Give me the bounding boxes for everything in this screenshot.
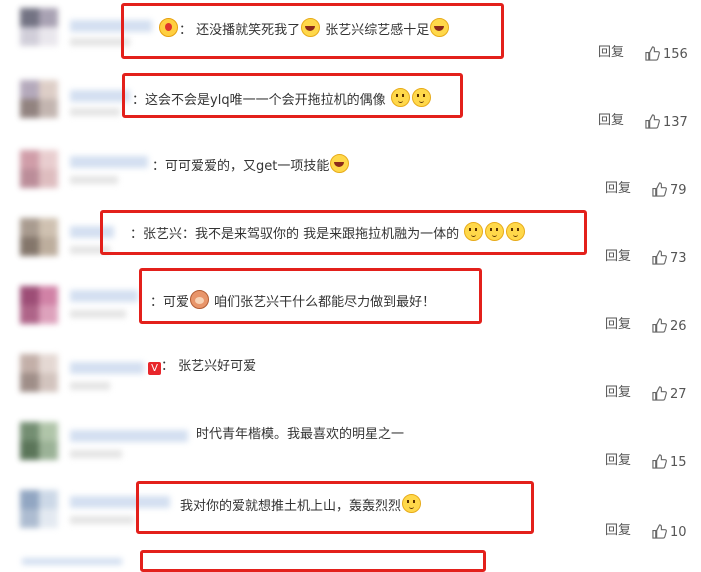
thumbs-up-icon: [645, 114, 660, 129]
like-button[interactable]: 79: [652, 182, 687, 200]
blurred-metadata: [70, 310, 126, 318]
like-count: 26: [670, 319, 687, 334]
avatar[interactable]: [20, 354, 58, 392]
comment-text: V： 张艺兴好可爱: [148, 358, 256, 376]
like-count: 73: [670, 251, 687, 266]
thumbs-up-icon: [652, 454, 667, 469]
reply-button[interactable]: 回复: [598, 112, 624, 130]
blurred-metadata: [70, 176, 118, 184]
avatar[interactable]: [20, 218, 58, 256]
username-blurred: [22, 558, 122, 565]
comment-text: ：可可爱爱的，又get一项技能: [152, 154, 350, 176]
comment-item: ：可可爱爱的，又get一项技能 回复 79: [0, 138, 701, 206]
reply-button[interactable]: 回复: [605, 180, 631, 198]
comment-item: V： 张艺兴好可爱 回复 27: [0, 342, 701, 410]
reply-button[interactable]: 回复: [605, 248, 631, 266]
comment-text: 时代青年楷模。我最喜欢的明星之一: [196, 426, 404, 444]
comment-item: 时代青年楷模。我最喜欢的明星之一 回复 15: [0, 410, 701, 478]
avatar[interactable]: [20, 80, 58, 118]
like-button[interactable]: 156: [645, 46, 688, 64]
highlight-box: [121, 3, 504, 59]
username-blurred[interactable]: [70, 362, 144, 374]
like-button[interactable]: 73: [652, 250, 687, 268]
avatar[interactable]: [20, 8, 58, 46]
blurred-metadata: [70, 450, 122, 458]
reply-button[interactable]: 回复: [605, 452, 631, 470]
avatar[interactable]: [20, 286, 58, 324]
reply-button[interactable]: 回复: [605, 384, 631, 402]
like-button[interactable]: 137: [645, 114, 688, 132]
comment-body: 可可爱爱的，又get一项技能: [165, 159, 330, 174]
thumbs-up-icon: [652, 386, 667, 401]
username-blurred[interactable]: [70, 156, 148, 168]
username-blurred[interactable]: [70, 430, 188, 442]
like-count: 10: [670, 525, 687, 540]
highlight-box: [136, 481, 534, 534]
like-button[interactable]: 26: [652, 318, 687, 336]
avatar[interactable]: [20, 490, 58, 528]
thumbs-up-icon: [645, 46, 660, 61]
blurred-metadata: [70, 382, 110, 390]
verified-badge: V: [148, 362, 161, 375]
comment-body: 时代青年楷模。我最喜欢的明星之一: [196, 427, 405, 442]
blurred-metadata: [70, 108, 120, 116]
like-count: 156: [663, 47, 688, 62]
avatar[interactable]: [20, 422, 58, 460]
thumbs-up-icon: [652, 250, 667, 265]
blurred-metadata: [70, 516, 134, 524]
comment-body: 张艺兴好可爱: [178, 359, 257, 374]
thumbs-up-icon: [652, 182, 667, 197]
username-blurred[interactable]: [70, 90, 130, 102]
highlight-box: [139, 268, 482, 324]
reply-button[interactable]: 回复: [598, 44, 624, 62]
like-count: 15: [670, 455, 687, 470]
like-count: 79: [670, 183, 687, 198]
like-button[interactable]: 15: [652, 454, 687, 472]
thumbs-up-icon: [652, 524, 667, 539]
username-blurred[interactable]: [70, 290, 138, 302]
like-count: 27: [670, 387, 687, 402]
reply-button[interactable]: 回复: [605, 316, 631, 334]
like-count: 137: [663, 115, 688, 130]
highlight-box: [140, 550, 486, 572]
highlight-box: [100, 210, 587, 255]
highlight-box: [122, 73, 463, 118]
avatar[interactable]: [20, 150, 58, 188]
like-button[interactable]: 27: [652, 386, 687, 404]
reply-button[interactable]: 回复: [605, 522, 631, 540]
laugh-emoji-icon: [330, 154, 350, 173]
like-button[interactable]: 10: [652, 524, 687, 542]
thumbs-up-icon: [652, 318, 667, 333]
